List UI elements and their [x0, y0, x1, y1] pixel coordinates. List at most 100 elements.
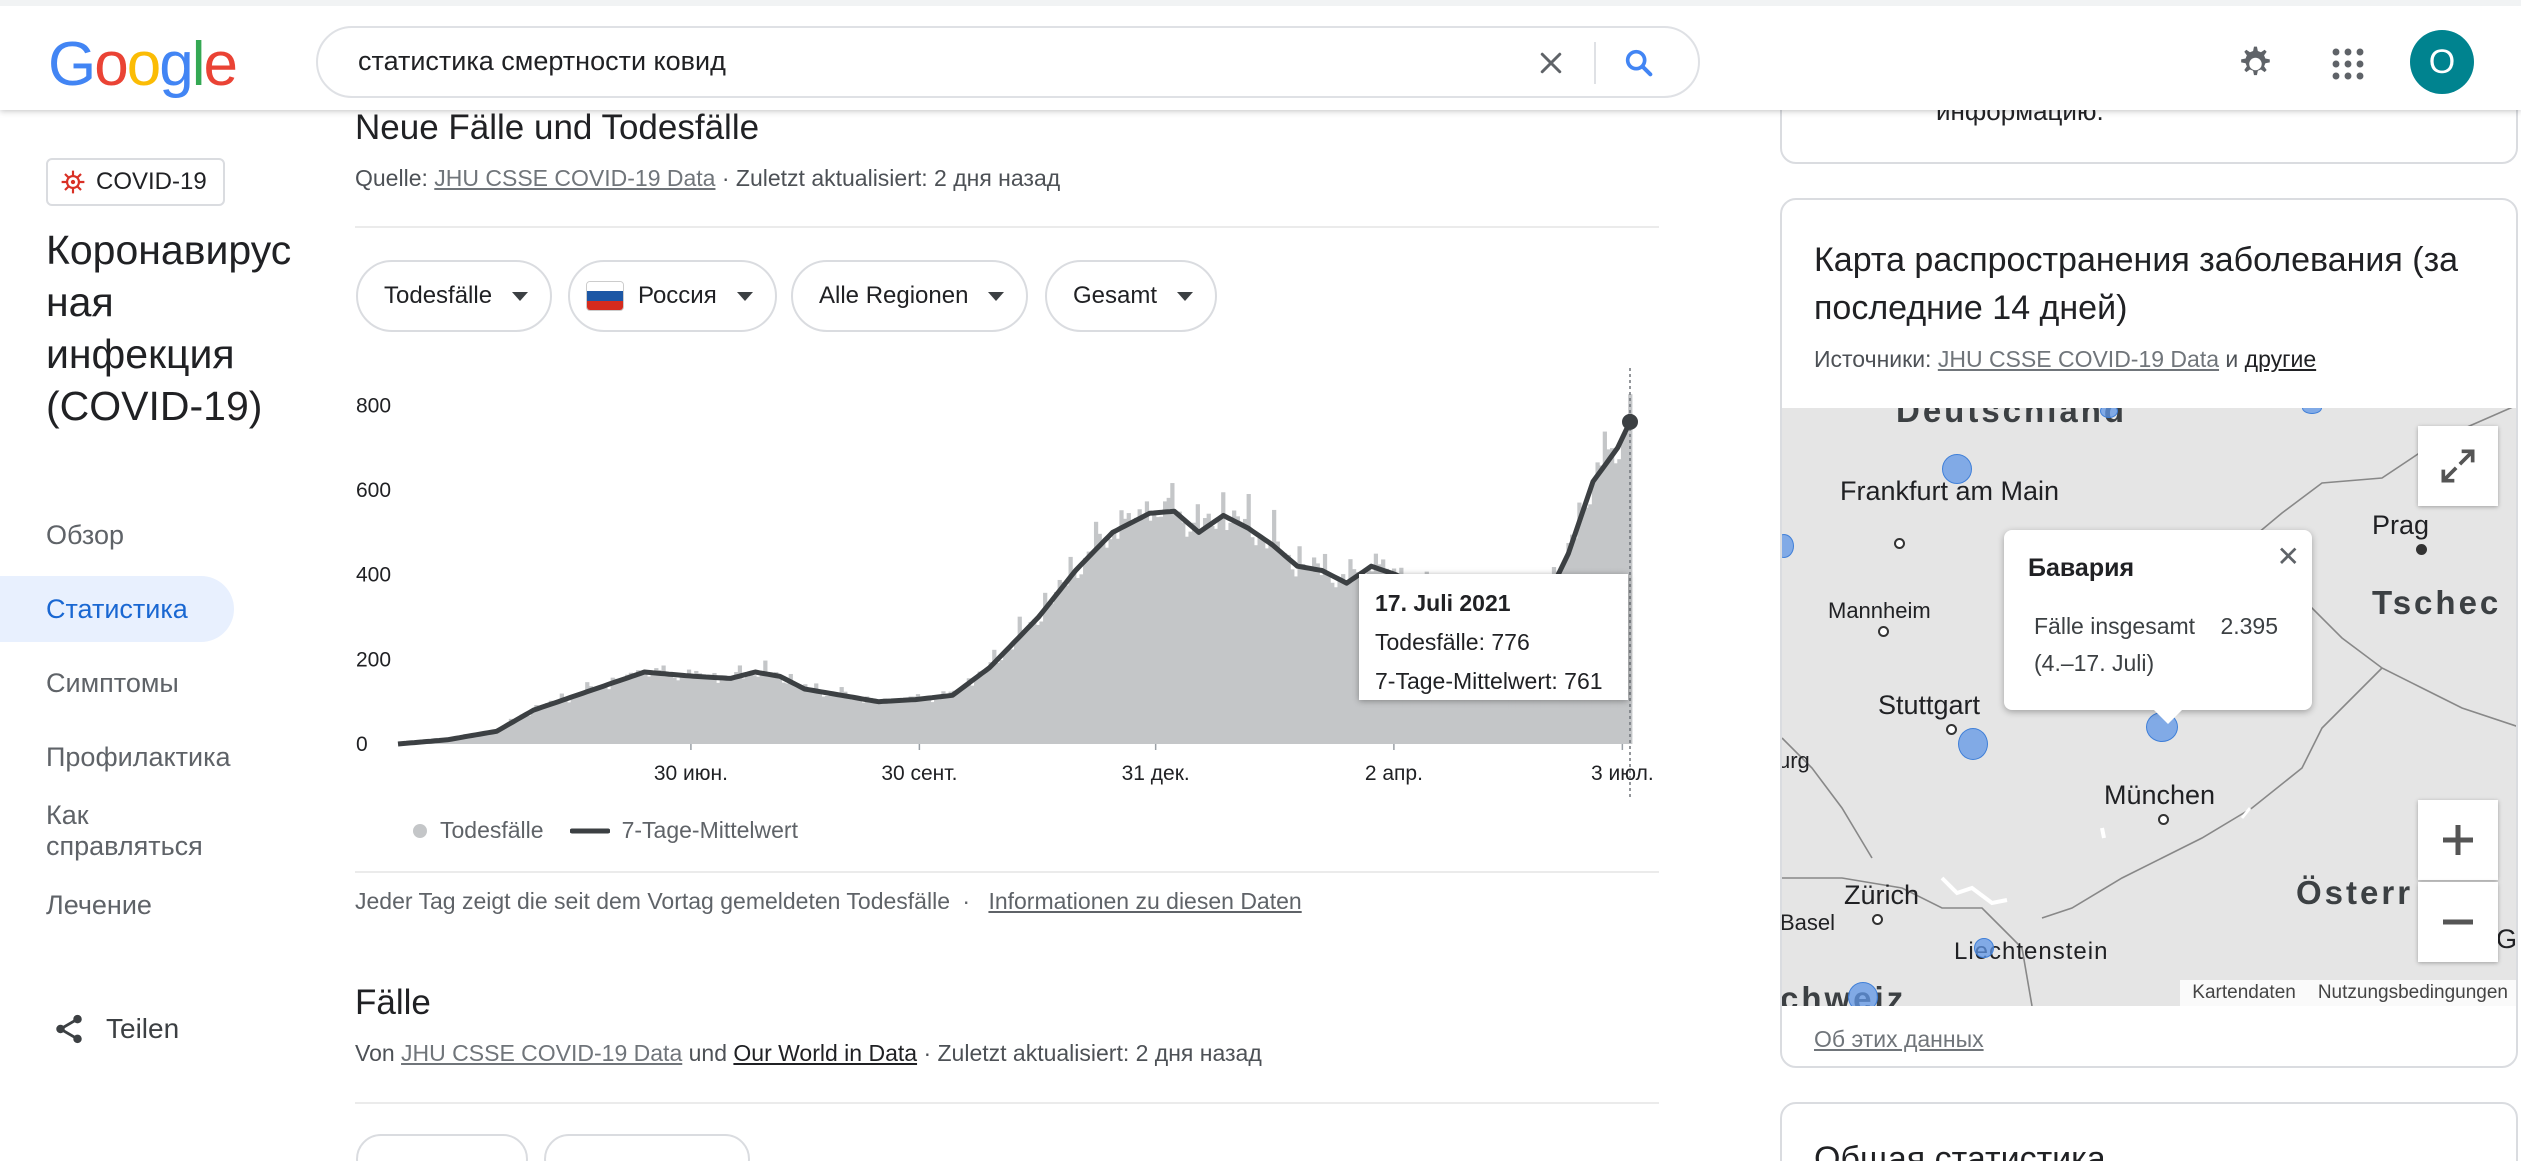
- deaths-bar: [908, 696, 913, 744]
- settings-button[interactable]: [2226, 36, 2282, 92]
- map-source-link-other[interactable]: другие: [2245, 346, 2316, 372]
- sidebar-item-statistics[interactable]: Статистика: [0, 576, 234, 642]
- deaths-bar: [1326, 573, 1331, 744]
- deaths-bar: [657, 670, 663, 744]
- map-label-partial: urg: [1782, 748, 1810, 773]
- about-data-link[interactable]: Об этих данных: [1814, 1026, 1984, 1053]
- deaths-bar: [1057, 579, 1062, 744]
- metric-dropdown[interactable]: Todesfälle: [356, 260, 553, 332]
- country-dropdown[interactable]: Россия: [568, 260, 777, 332]
- account-avatar[interactable]: O: [2410, 30, 2474, 94]
- deaths-bar: [1286, 554, 1291, 744]
- region-bubble[interactable]: [1848, 982, 1878, 1006]
- search-input[interactable]: статистика смертности ковид: [358, 46, 726, 77]
- search-button[interactable]: [1614, 38, 1664, 88]
- chart-legend: Todesfälle 7-Tage-Mittelwert: [412, 817, 798, 844]
- deaths-bar: [1028, 622, 1033, 744]
- cases-country-dropdown[interactable]: [544, 1134, 750, 1161]
- zoom-in-button[interactable]: [2418, 800, 2498, 880]
- deaths-bar: [1304, 570, 1309, 744]
- updated-text: · Zuletzt aktualisiert: 2 дня назад: [923, 1040, 1262, 1066]
- deaths-bar: [955, 692, 961, 744]
- deaths-bar: [734, 672, 739, 744]
- deaths-bar: [1163, 501, 1168, 744]
- russia-flag-icon: [586, 281, 624, 311]
- source-link-jhu[interactable]: JHU CSSE COVID-19 Data: [401, 1040, 682, 1066]
- deaths-bar: [1301, 563, 1306, 744]
- data-info-link[interactable]: Informationen zu diesen Daten: [988, 888, 1301, 914]
- map-source-link-jhu[interactable]: JHU CSSE COVID-19 Data: [1938, 346, 2219, 372]
- deaths-bar: [923, 696, 928, 744]
- source-link-owid[interactable]: Our World in Data: [733, 1040, 917, 1066]
- region-dropdown[interactable]: Alle Regionen: [791, 260, 1029, 332]
- map-data-link[interactable]: Kartendaten: [2192, 982, 2296, 1004]
- search-box[interactable]: статистика смертности ковид: [316, 26, 1700, 98]
- deaths-bar: [719, 677, 724, 744]
- fullscreen-button[interactable]: [2418, 426, 2498, 506]
- deaths-bar: [708, 676, 713, 744]
- deaths-bar: [1159, 516, 1164, 744]
- map-attribution: Kartendaten Nutzungsbedingungen: [2180, 980, 2516, 1006]
- deaths-bar: [668, 671, 673, 744]
- google-logo[interactable]: Google: [48, 30, 238, 99]
- deaths-bar: [843, 691, 848, 744]
- deaths-bar: [1039, 621, 1044, 744]
- share-button[interactable]: Teilen: [52, 1012, 179, 1046]
- map[interactable]: Deutschland Frankfurt am Main Prag Tsche…: [1782, 408, 2516, 1006]
- deaths-bar: [1137, 509, 1142, 744]
- deaths-bar: [1253, 545, 1259, 744]
- source-prefix: Quelle:: [355, 165, 428, 191]
- divider: [355, 226, 1659, 228]
- deaths-bar: [665, 672, 670, 744]
- cases-metric-dropdown[interactable]: [356, 1134, 528, 1161]
- page-title: Коронавирусная инфекция (COVID-19): [46, 227, 292, 429]
- deaths-bar: [501, 729, 506, 744]
- deaths-bar: [1035, 624, 1041, 744]
- plus-icon: [2443, 825, 2473, 855]
- popup-total-value: 2.395: [2220, 613, 2278, 639]
- popup-close-icon[interactable]: ✕: [2277, 540, 2300, 573]
- map-terms-link[interactable]: Nutzungsbedingungen: [2318, 982, 2508, 1004]
- covid-chip[interactable]: COVID-19: [46, 158, 225, 206]
- deaths-bar: [537, 709, 543, 744]
- source-link-jhu[interactable]: JHU CSSE COVID-19 Data: [434, 165, 715, 191]
- deaths-bar: [1097, 533, 1102, 744]
- y-axis: 0 200 400 600 800: [356, 394, 391, 756]
- deaths-bar: [1173, 515, 1179, 744]
- deaths-bar: [530, 712, 535, 744]
- map-label-basel: Basel: [1782, 910, 1836, 935]
- logo-letter: o: [126, 30, 162, 99]
- deaths-bar: [1250, 537, 1255, 744]
- zoom-out-button[interactable]: [2418, 882, 2498, 962]
- region-bubble[interactable]: [1942, 454, 1972, 484]
- deaths-bar: [1217, 518, 1222, 744]
- region-bubble[interactable]: [1974, 938, 1994, 958]
- y-tick-label: 400: [356, 564, 391, 587]
- deaths-bar: [1119, 510, 1124, 744]
- cases-source-line: Von JHU CSSE COVID-19 Data und Our World…: [355, 1040, 1262, 1067]
- deaths-bar: [632, 677, 637, 744]
- clear-search-button[interactable]: [1526, 38, 1576, 88]
- overall-stats-card: Общая статистика: [1780, 1102, 2518, 1161]
- sidebar-item-treatment[interactable]: Лечение: [0, 872, 234, 938]
- legend-item-deaths: Todesfälle: [412, 817, 544, 844]
- section-title-cases: Fälle: [355, 983, 431, 1022]
- deaths-bar: [1061, 582, 1066, 744]
- deaths-bar: [679, 676, 684, 744]
- sidebar-item-coping[interactable]: Как справляться: [0, 798, 234, 864]
- deaths-bar: [1108, 539, 1113, 744]
- deaths-bar: [1075, 577, 1081, 744]
- deaths-bar: [592, 689, 597, 744]
- x-tick-label: 30 сент.: [881, 762, 957, 785]
- sidebar-item-overview[interactable]: Обзор: [0, 502, 234, 568]
- region-dropdown-label: Alle Regionen: [819, 282, 969, 309]
- deaths-bar: [1043, 592, 1048, 744]
- deaths-bar: [683, 674, 688, 744]
- region-bubble[interactable]: [1958, 728, 1988, 760]
- legend-label-deaths: Todesfälle: [440, 817, 544, 843]
- deaths-bar: [781, 682, 786, 744]
- apps-button[interactable]: [2320, 36, 2376, 92]
- sidebar-item-prevention[interactable]: Профилактика: [0, 724, 234, 790]
- period-dropdown[interactable]: Gesamt: [1045, 260, 1218, 332]
- sidebar-item-symptoms[interactable]: Симптомы: [0, 650, 234, 716]
